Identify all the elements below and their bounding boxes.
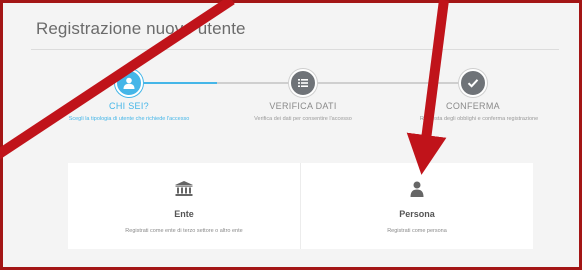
option-card-ente[interactable]: Ente Registrati come ente di terzo setto… — [68, 163, 300, 249]
step-3-label: CONFERMA — [446, 101, 500, 111]
step-3-description: Richiesta degli obblighi e conferma regi… — [419, 116, 539, 122]
step-3-indicator[interactable] — [459, 69, 487, 97]
option-card-persona[interactable]: Persona Registrati come persona — [300, 163, 533, 249]
step-2-indicator[interactable] — [289, 69, 317, 97]
step-1-indicator[interactable] — [115, 69, 143, 97]
step-1-label: CHI SEI? — [109, 101, 149, 111]
user-icon — [123, 77, 135, 89]
step-connector — [317, 82, 459, 84]
registration-panel: Registrazione nuovo utente CHI SEI? VERI… — [0, 0, 582, 270]
list-icon — [298, 79, 308, 87]
step-2-label: VERIFICA DATI — [269, 101, 337, 111]
title-divider — [31, 49, 559, 50]
institution-icon — [68, 181, 300, 202]
step-connector-active — [137, 82, 217, 84]
step-1-description: Scegli la tipologia di utente che richie… — [68, 116, 190, 122]
option-description-ente: Registrati come ente di terzo settore o … — [125, 228, 243, 234]
page-title: Registrazione nuovo utente — [36, 19, 246, 38]
step-2-description: Verifica dei dati per consentire l'acces… — [254, 116, 352, 122]
option-title-persona: Persona — [399, 209, 435, 219]
check-icon — [467, 79, 479, 88]
person-icon — [301, 181, 533, 202]
option-title-ente: Ente — [174, 209, 194, 219]
option-description-persona: Registrati come persona — [387, 228, 447, 234]
